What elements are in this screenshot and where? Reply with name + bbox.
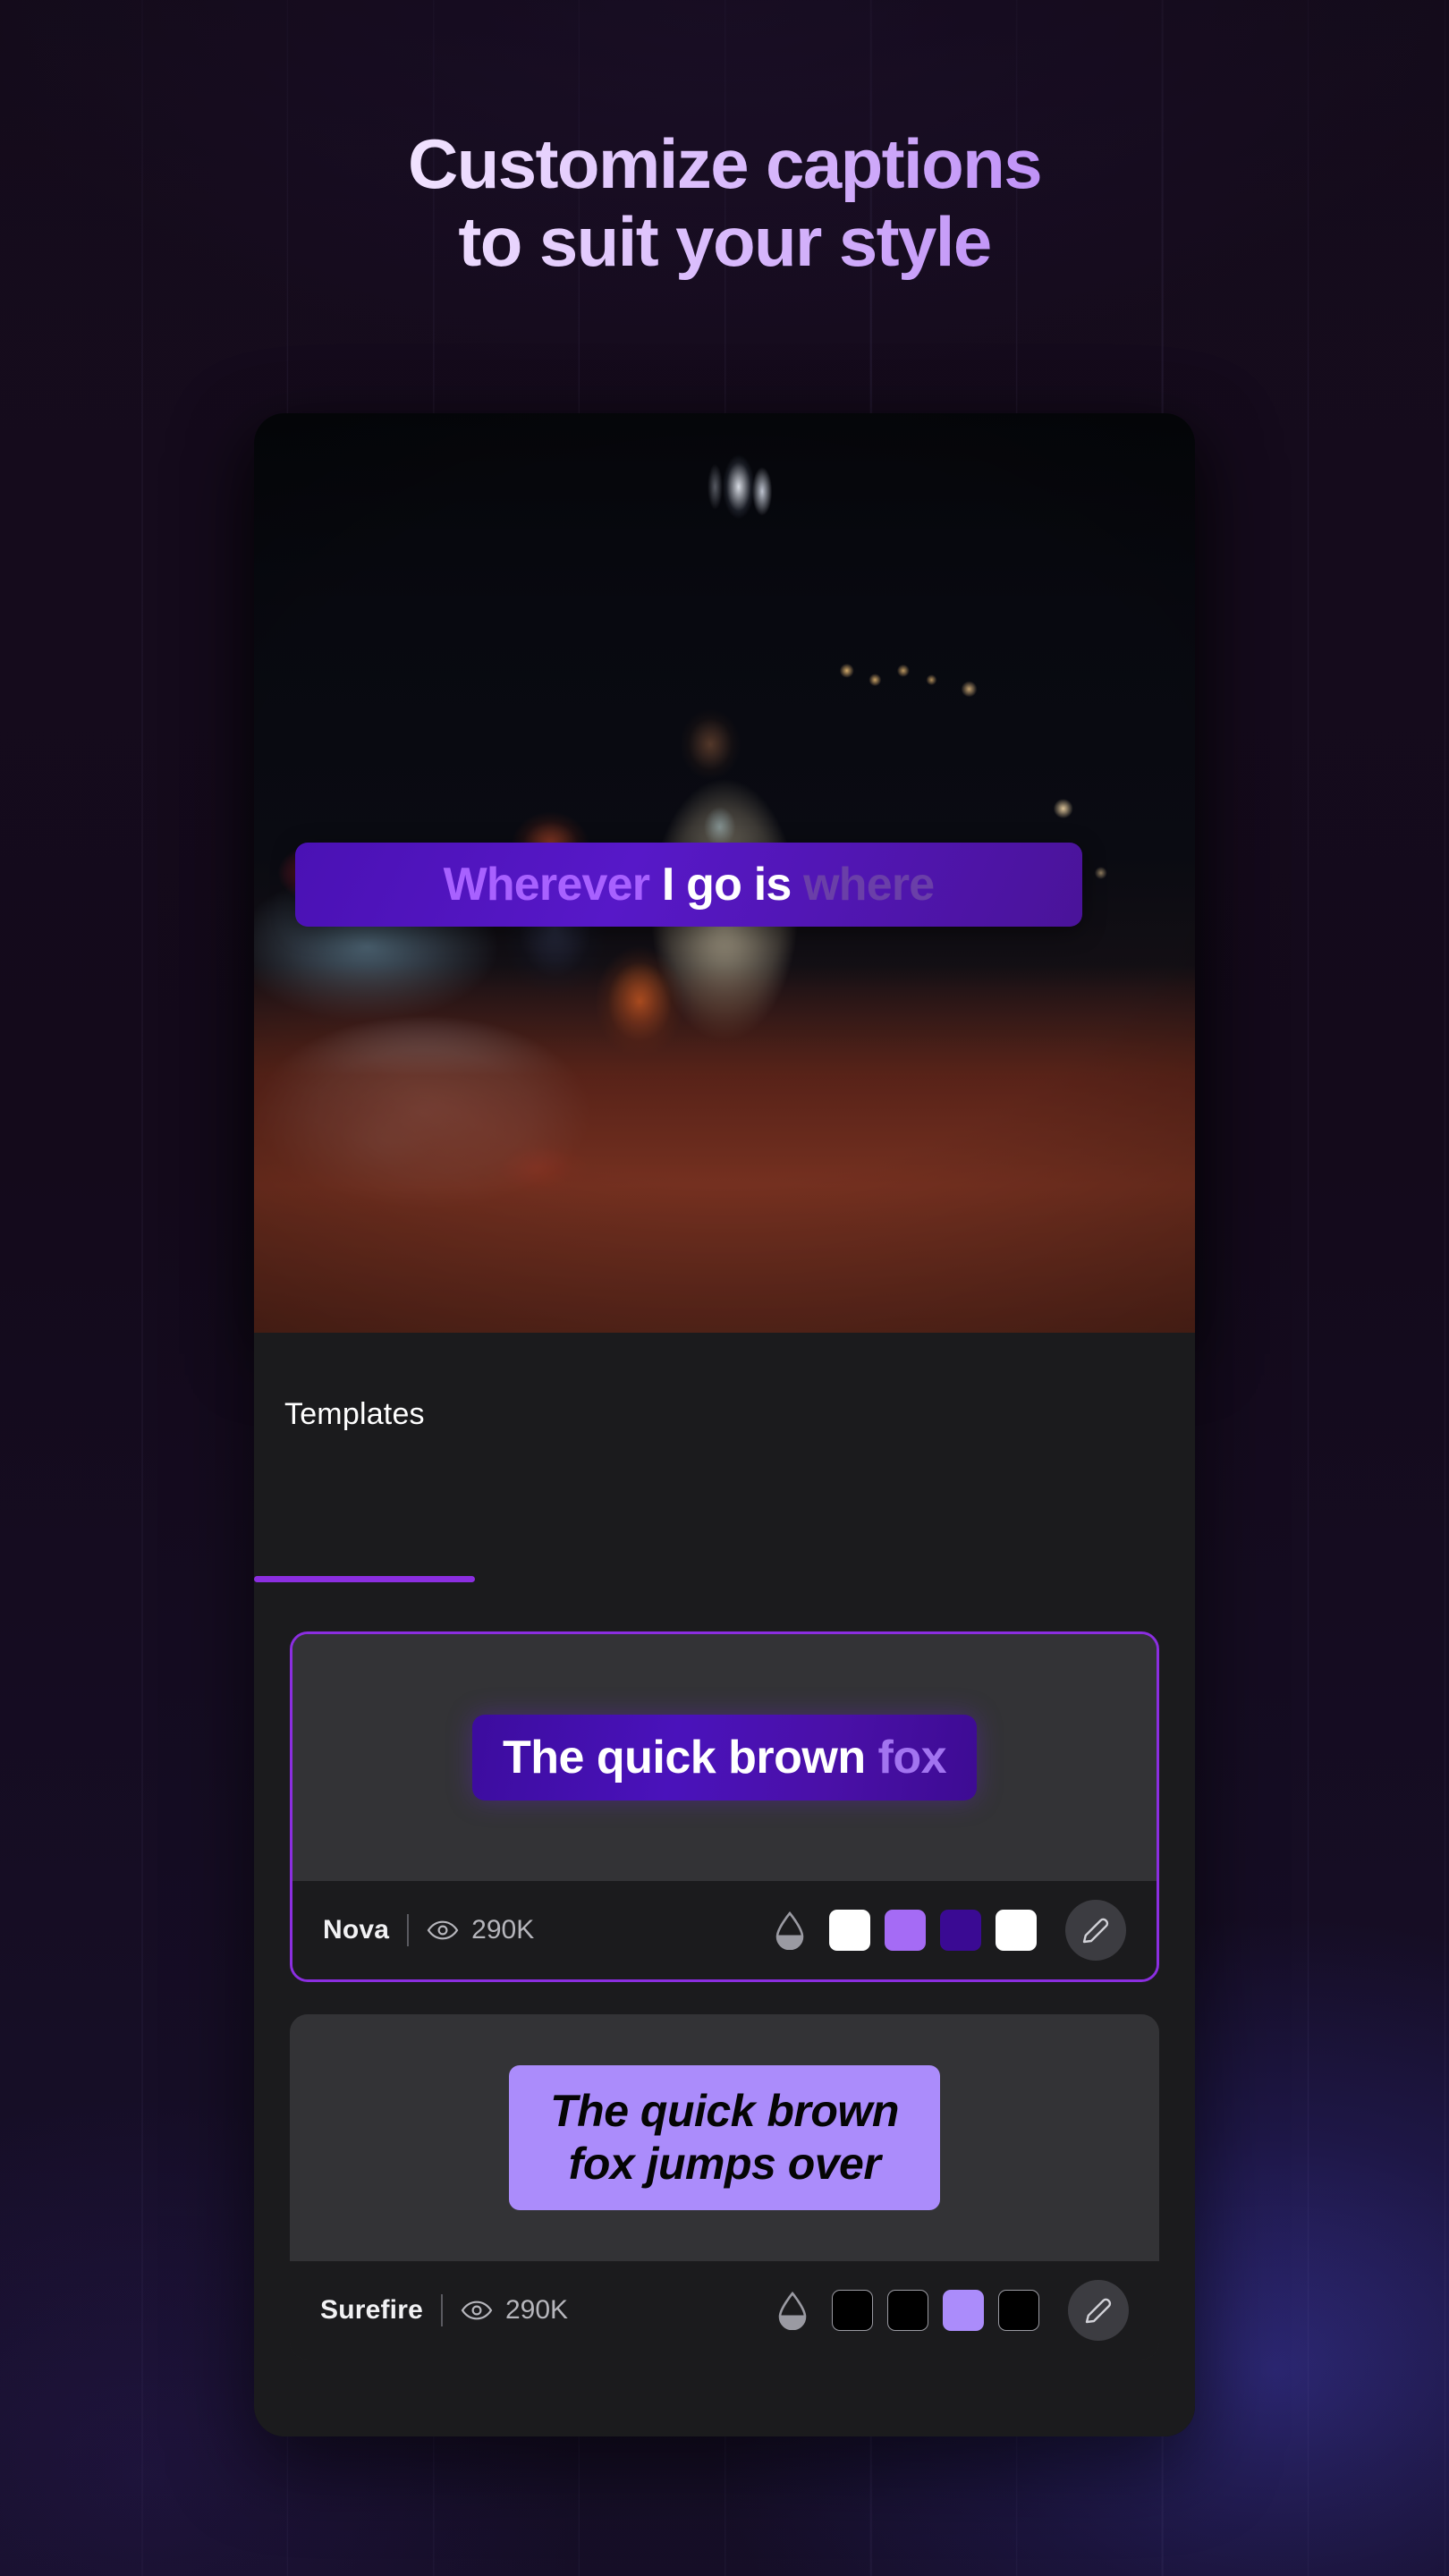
template-views-count: 290K bbox=[504, 2295, 569, 2325]
template-views: 290K bbox=[461, 2295, 568, 2326]
app-root: Customize captions to suit your style Wh… bbox=[0, 0, 1449, 2576]
tabbar-background bbox=[254, 1462, 1195, 1583]
template-meta-nova: Nova 290K bbox=[323, 1914, 534, 1946]
edit-template-button[interactable] bbox=[1065, 1900, 1126, 1961]
template-chip-surefire: The quick brown fox jumps over bbox=[509, 2065, 940, 2210]
template-meta-surefire: Surefire 290K bbox=[320, 2294, 568, 2326]
caption-word-current bbox=[649, 858, 662, 911]
caption-overlay[interactable]: Wherever I go is where bbox=[295, 843, 1082, 927]
template-footer-surefire: Surefire 290K bbox=[290, 2261, 1159, 2360]
color-swatch-3[interactable] bbox=[943, 2290, 984, 2331]
template-preview-nova: The quick brown fox bbox=[292, 1634, 1157, 1881]
tab-templates[interactable]: Templates bbox=[284, 1397, 425, 1462]
meta-divider bbox=[407, 1914, 410, 1946]
eye-icon bbox=[427, 1920, 459, 1940]
page-title: Customize captions to suit your style bbox=[0, 125, 1449, 282]
templates-list: The quick brown fox Nova 290K The quick … bbox=[254, 1583, 1195, 2436]
color-swatch-2[interactable] bbox=[885, 1910, 926, 1951]
template-line-2: fox jumps over bbox=[568, 2139, 881, 2189]
caption-word-current-text: I go is bbox=[661, 859, 792, 911]
caption-word-upcoming: where bbox=[803, 859, 935, 911]
eye-icon bbox=[461, 2301, 493, 2320]
meta-divider bbox=[440, 2294, 443, 2326]
color-swatch-3[interactable] bbox=[940, 1910, 981, 1951]
template-name: Nova bbox=[323, 1915, 390, 1945]
template-line-1: The quick brown bbox=[550, 2086, 899, 2136]
template-card-nova[interactable]: The quick brown fox Nova 290K bbox=[290, 1631, 1159, 1982]
caption-word-spacer bbox=[791, 858, 803, 911]
color-swatch-2[interactable] bbox=[887, 2290, 928, 2331]
template-text-a: The quick brown bbox=[502, 1732, 878, 1784]
pencil-icon bbox=[1085, 2298, 1112, 2324]
template-text-b: fox bbox=[877, 1732, 947, 1784]
caption-word-active: Wherever bbox=[443, 859, 650, 911]
color-swatch-4[interactable] bbox=[996, 1910, 1037, 1951]
droplet-icon[interactable] bbox=[775, 2291, 810, 2330]
template-footer-nova: Nova 290K bbox=[292, 1881, 1157, 1979]
template-name: Surefire bbox=[320, 2295, 423, 2325]
headline-line-2: to suit your style bbox=[458, 202, 991, 282]
headline-line-1: Customize captions bbox=[408, 124, 1041, 203]
edit-template-button[interactable] bbox=[1068, 2280, 1129, 2341]
tab-templates-underline bbox=[254, 1576, 475, 1582]
template-controls-nova bbox=[772, 1900, 1126, 1961]
color-swatch-4[interactable] bbox=[998, 2290, 1039, 2331]
template-views-count: 290K bbox=[471, 1915, 535, 1945]
template-chip-nova: The quick brown fox bbox=[471, 1715, 978, 1801]
tab-bar: Templates bbox=[254, 1333, 1195, 1462]
template-controls-surefire bbox=[775, 2280, 1129, 2341]
pencil-icon bbox=[1082, 1918, 1109, 1944]
color-swatch-1[interactable] bbox=[832, 2290, 873, 2331]
template-preview-surefire: The quick brown fox jumps over bbox=[290, 2014, 1159, 2261]
color-swatch-1[interactable] bbox=[829, 1910, 870, 1951]
template-views: 290K bbox=[427, 1915, 534, 1945]
preview-image-area[interactable]: Wherever I go is where bbox=[254, 413, 1195, 1333]
template-card-surefire[interactable]: The quick brown fox jumps over Surefire … bbox=[290, 2014, 1159, 2360]
droplet-icon[interactable] bbox=[772, 1911, 808, 1950]
